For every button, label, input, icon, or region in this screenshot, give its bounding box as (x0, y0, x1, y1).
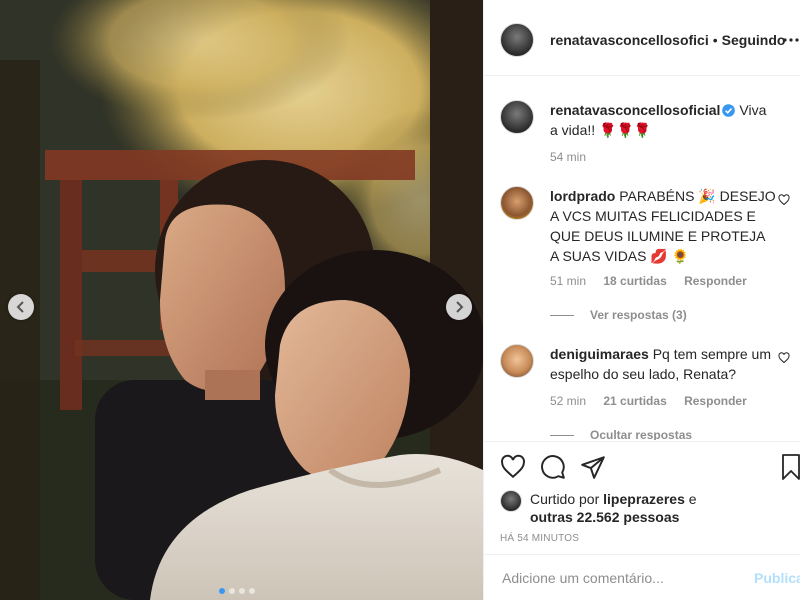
comment-likes-count[interactable]: 21 curtidas (603, 394, 666, 408)
replies-line (550, 434, 574, 436)
comment-likes-count[interactable]: 18 curtidas (603, 274, 666, 288)
carousel-dot (239, 588, 245, 594)
likes-connector: e (688, 491, 697, 507)
bookmark-icon[interactable] (781, 454, 800, 480)
carousel-next-button[interactable] (446, 294, 472, 320)
add-comment-bar: Publicar (484, 554, 800, 601)
liker-avatar[interactable] (500, 490, 522, 512)
comment-input[interactable] (500, 569, 744, 587)
comment-time[interactable]: 52 min (550, 394, 586, 408)
more-icon[interactable] (783, 32, 799, 48)
comment-username[interactable]: lordprado (550, 188, 615, 204)
comment-reply-button[interactable]: Responder (684, 394, 747, 408)
post-side-panel: renatavasconcellosofici • Seguindo renat… (483, 0, 800, 600)
comment-reply-button[interactable]: Responder (684, 274, 747, 288)
post-actions-section: Curtido por lipeprazeres e outras 22.562… (484, 441, 800, 554)
chevron-left-icon (16, 301, 24, 313)
carousel-dots (219, 588, 255, 594)
comment-avatar[interactable] (500, 344, 534, 378)
publish-button[interactable]: Publicar (754, 570, 800, 586)
comment-body: deniguimaraes Pq tem sempre um espelho d… (550, 344, 776, 384)
comment-avatar[interactable] (500, 186, 534, 220)
chevron-right-icon (456, 301, 464, 313)
header-separator: • (712, 31, 718, 48)
carousel-dot (249, 588, 255, 594)
comment-like-heart-icon[interactable] (778, 194, 790, 206)
liker-username[interactable]: lipeprazeres (603, 491, 685, 507)
comment-meta: 51 min 18 curtidas Responder (550, 274, 761, 288)
comments-list[interactable]: renatavasconcellosoficial Viva a vida!! 🌹… (484, 76, 800, 440)
likes-others-count[interactable]: outras 22.562 pessoas (530, 509, 679, 525)
comment-time[interactable]: 51 min (550, 274, 586, 288)
caption-username[interactable]: renatavasconcellosoficial (550, 102, 720, 118)
heart-icon[interactable] (500, 454, 526, 480)
carousel-dot (219, 588, 225, 594)
caption-body: renatavasconcellosoficial Viva a vida!! 🌹… (550, 100, 776, 140)
caption-meta: 54 min (550, 150, 600, 164)
carousel-dot (229, 588, 235, 594)
hide-replies-toggle[interactable]: Ocultar respostas (550, 428, 692, 440)
share-icon[interactable] (580, 454, 606, 480)
likes-summary: Curtido por lipeprazeres e outras 22.562… (500, 490, 697, 526)
view-replies-label: Ver respostas (3) (590, 308, 687, 322)
caption-time[interactable]: 54 min (550, 150, 586, 164)
comment-icon[interactable] (540, 454, 566, 480)
post-header: renatavasconcellosofici • Seguindo (484, 4, 800, 76)
likes-prefix: Curtido por (530, 491, 600, 507)
replies-line (550, 314, 574, 316)
carousel-prev-button[interactable] (8, 294, 34, 320)
action-icons (500, 454, 606, 480)
comment-like-heart-icon[interactable] (778, 352, 790, 364)
photo-illustration (0, 0, 483, 600)
hide-replies-label: Ocultar respostas (590, 428, 693, 440)
author-username[interactable]: renatavasconcellosofici (550, 32, 709, 48)
comment-meta: 52 min 21 curtidas Responder (550, 394, 761, 408)
verified-badge-icon (722, 104, 736, 117)
comment-body: lordprado PARABÉNS 🎉 DESEJO A VCS MUITAS… (550, 186, 776, 266)
comment-username[interactable]: deniguimaraes (550, 346, 649, 362)
likes-text: Curtido por lipeprazeres e outras 22.562… (530, 490, 697, 526)
post-timestamp[interactable]: HÁ 54 MINUTOS (500, 533, 579, 544)
author-avatar[interactable] (500, 22, 534, 57)
caption-avatar[interactable] (500, 100, 534, 134)
post-photo[interactable] (0, 0, 483, 600)
follow-status-button[interactable]: Seguindo (722, 32, 786, 48)
view-replies-toggle[interactable]: Ver respostas (3) (550, 308, 687, 322)
